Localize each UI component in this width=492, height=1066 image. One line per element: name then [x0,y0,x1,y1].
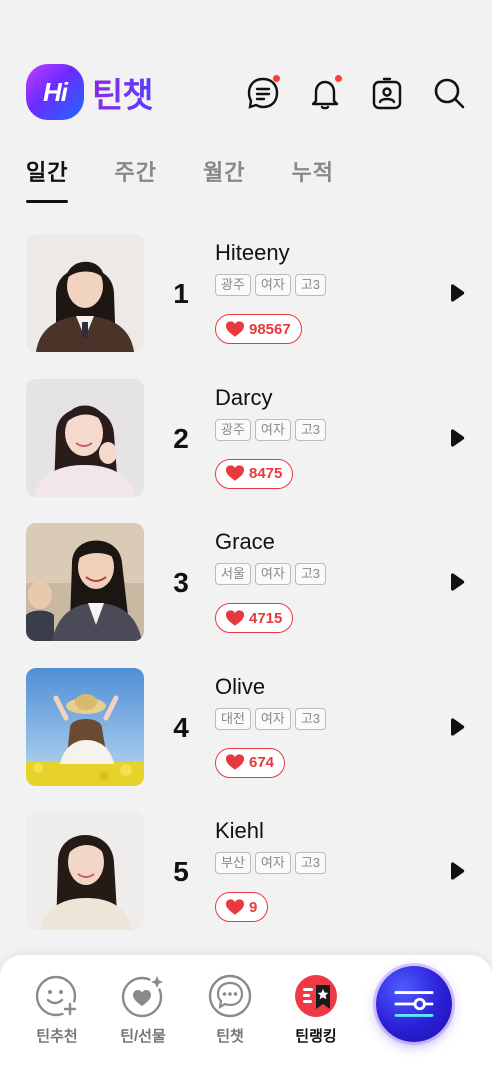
logo-badge: Hi [26,64,84,120]
gender-tag: 여자 [254,852,291,874]
notification-dot [273,75,280,82]
grade-tag: 고3 [294,563,327,585]
smile-plus-icon [35,975,78,1017]
ranking-row[interactable]: 2 Darcy 광주 여자 고3 8475 [0,378,492,524]
gender-tag: 여자 [254,707,291,730]
nav-item-recommend[interactable]: 틴추천 [22,973,92,1046]
app-logo[interactable]: Hi 틴챗 [26,64,154,120]
region-tag: 부산 [215,852,251,874]
grade-tag: 고3 [294,852,327,874]
chat-bubble-icon [208,974,252,1018]
profile-photo[interactable] [26,234,144,352]
ranking-row[interactable]: 3 Grace 서울 여자 고3 4715 [0,523,492,668]
play-icon[interactable] [449,284,465,302]
heart-icon [226,898,244,915]
nav-item-gift[interactable]: 틴/선물 [108,973,178,1046]
like-count: 98567 [249,320,291,338]
user-name: Grace [215,529,275,554]
nav-item-chat[interactable]: 틴챗 [195,973,265,1046]
play-icon[interactable] [449,573,465,591]
profile-photo[interactable] [26,523,144,641]
ranking-row[interactable]: 1 Hiteeny 광주 여자 고3 98567 [0,234,492,379]
rank-number: 4 [173,711,189,743]
user-name: Darcy [215,384,273,410]
grade-tag: 고3 [294,274,327,296]
play-icon[interactable] [449,862,465,880]
app-header: Hi 틴챗 [0,58,492,128]
region-tag: 광주 [215,418,251,441]
nav-item-ranking[interactable]: 틴랭킹 [281,973,351,1046]
tab-weekly[interactable]: 주간 [114,155,156,203]
logo-text: 틴챗 [92,68,154,117]
nav-label: 틴/선물 [120,1028,166,1045]
profile-photo[interactable] [26,667,144,786]
notification-dot [335,75,342,82]
search-icon[interactable] [430,74,468,112]
play-icon[interactable] [449,717,465,736]
like-count: 8475 [249,465,283,482]
like-count-badge: 8475 [215,458,294,489]
period-tabs: 일간 주간 월간 누적 [26,155,334,203]
region-tag: 서울 [215,563,251,585]
like-count: 674 [249,754,275,771]
tab-daily[interactable]: 일간 [26,155,69,203]
id-badge-icon[interactable] [368,74,406,112]
rank-number: 5 [173,856,189,887]
region-tag: 광주 [215,274,251,296]
sliders-icon [394,991,434,1017]
rank-number: 3 [173,567,189,598]
heart-icon [226,320,244,337]
tab-monthly[interactable]: 월간 [203,155,245,203]
gender-tag: 여자 [254,563,291,585]
grade-tag: 고3 [294,707,327,730]
user-name: Kiehl [215,818,264,843]
like-count-badge: 98567 [215,314,302,344]
bottom-nav: 틴추천 틴/선물 틴챗 틴랭킹 [0,955,492,1066]
ranking-list: 1 Hiteeny 광주 여자 고3 98567 2 Darcy 광주 여자 고… [0,234,492,957]
heart-icon [226,465,244,481]
ranking-row[interactable]: 4 Olive 대전 여자 고3 674 [0,667,492,813]
user-name: Olive [215,673,266,699]
like-count-badge: 674 [215,747,286,778]
nav-label: 틴추천 [36,1028,78,1045]
gender-tag: 여자 [254,418,291,441]
chat-list-icon[interactable] [244,74,282,112]
nav-label: 틴챗 [216,1028,244,1045]
region-tag: 대전 [215,707,251,730]
ranking-icon [295,975,337,1017]
like-count-badge: 9 [215,892,269,922]
tab-cumulative[interactable]: 누적 [291,155,333,203]
user-name: Hiteeny [215,240,290,265]
filter-fab-button[interactable] [376,966,452,1042]
heart-icon [226,754,244,770]
bell-icon[interactable] [306,74,344,112]
rank-number: 2 [173,422,189,454]
gender-tag: 여자 [254,274,291,296]
rank-number: 1 [173,278,189,309]
profile-photo[interactable] [26,378,144,497]
like-count: 4715 [249,609,283,627]
like-count-badge: 4715 [215,603,294,633]
ranking-row[interactable]: 5 Kiehl 부산 여자 고3 9 [0,812,492,957]
profile-photo[interactable] [26,812,144,930]
nav-label: 틴랭킹 [295,1028,337,1045]
heart-icon [226,609,244,626]
heart-gift-icon [121,975,164,1018]
grade-tag: 고3 [294,418,327,441]
like-count: 9 [249,898,258,916]
play-icon[interactable] [449,428,465,447]
